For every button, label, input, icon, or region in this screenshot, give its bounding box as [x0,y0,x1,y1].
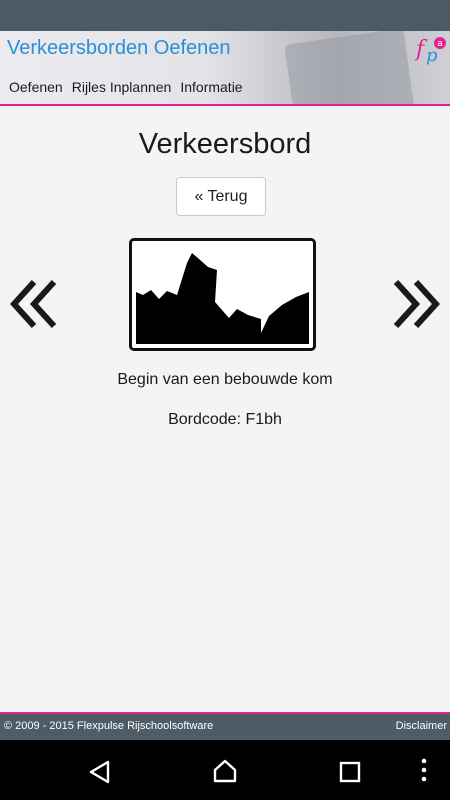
recents-icon[interactable] [339,761,361,783]
main-nav: Oefenen Rijles Inplannen Informatie [9,79,243,95]
traffic-sign-image [129,238,316,351]
android-navigation-bar [0,740,450,800]
back-icon[interactable] [88,760,112,784]
sign-code: Bordcode: F1bh [168,411,282,428]
footer-copyright: © 2009 - 2015 Flexpulse Rijschoolsoftwar… [4,720,214,732]
status-bar [0,0,450,31]
disclaimer-link[interactable]: Disclaimer [396,720,447,732]
nav-item-oefenen[interactable]: Oefenen [9,79,63,95]
next-arrow-icon[interactable] [390,280,440,328]
app-header: Verkeersborden Oefenen f p a Oefenen Rij… [0,31,450,106]
home-icon[interactable] [212,758,238,784]
page-title: Verkeersbord [138,128,312,160]
flexpulse-logo: f p a [414,37,446,67]
town-silhouette-icon [136,253,309,344]
footer: © 2009 - 2015 Flexpulse Rijschoolsoftwar… [0,712,450,740]
nav-item-rijles-inplannen[interactable]: Rijles Inplannen [72,79,172,95]
app-title[interactable]: Verkeersborden Oefenen [7,37,231,60]
back-button-label: Terug [207,187,248,205]
header-background-image [284,31,416,104]
logo-letter-p: p [426,45,438,66]
double-chevron-left-icon: « [194,187,204,205]
back-button[interactable]: « Terug [176,177,266,216]
logo-letter-a: a [434,37,446,49]
logo-letter-f: f [416,37,425,62]
nav-item-informatie[interactable]: Informatie [180,79,242,95]
prev-arrow-icon[interactable] [10,280,60,328]
menu-icon[interactable] [420,758,428,782]
sign-description: Begin van een bebouwde kom [117,371,333,388]
